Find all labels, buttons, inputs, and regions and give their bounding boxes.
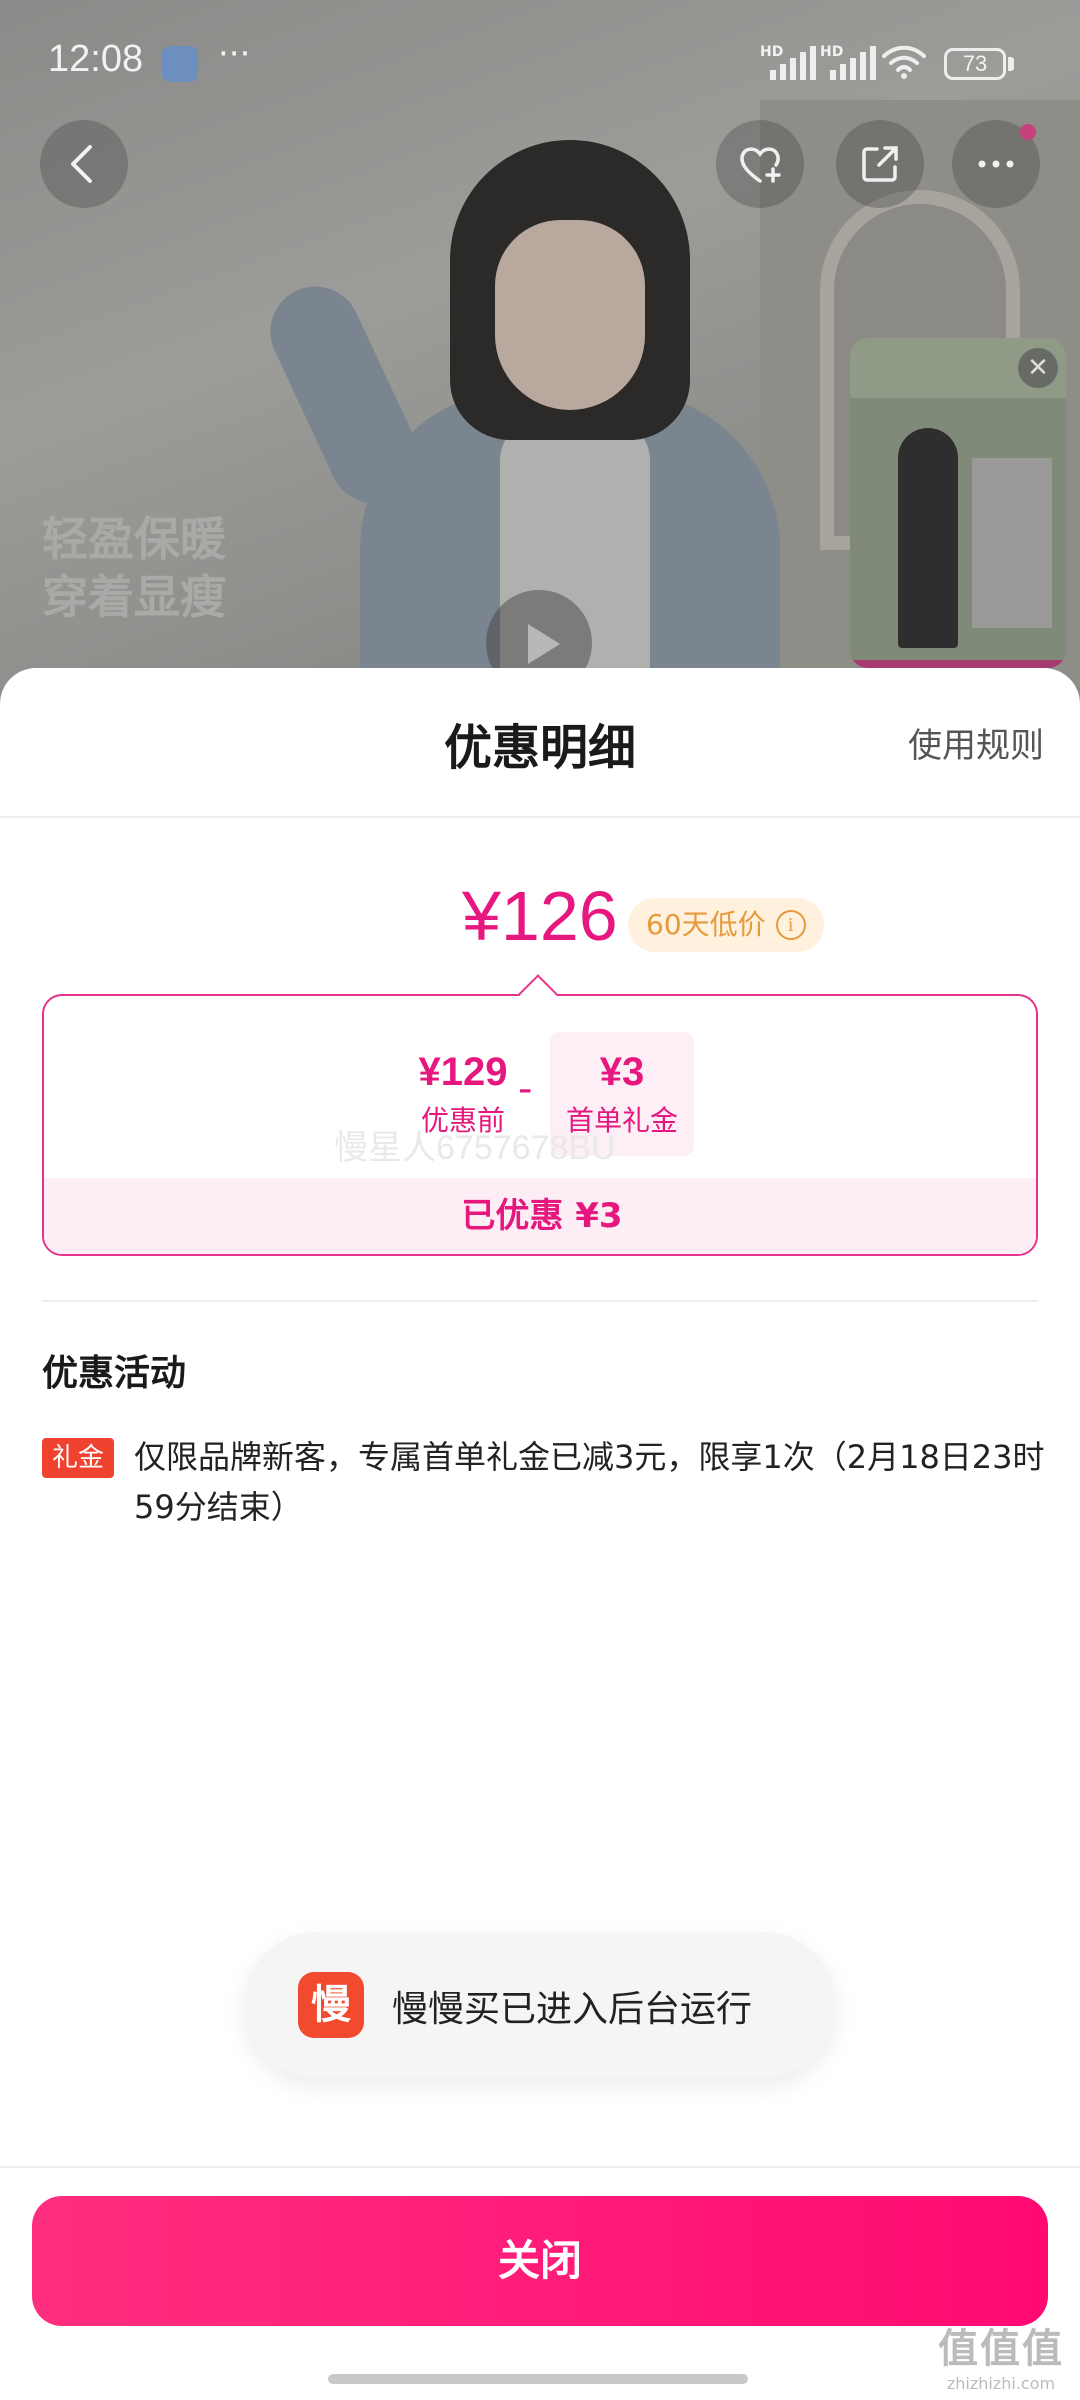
bg-arm [255, 271, 435, 519]
site-watermark-url: zhizhizhi.com [946, 2374, 1056, 2393]
activity-description: 仅限品牌新客，专属首单礼金已减3元，限享1次（2月18日23时59分结束） [134, 1438, 1045, 1526]
section-divider [42, 1300, 1038, 1302]
background-running-toast: 慢 慢慢买已进入后台运行 [244, 1932, 836, 2078]
info-icon: i [775, 910, 806, 940]
favorite-plus-icon [740, 147, 781, 183]
floating-video-thumbnail[interactable]: ✕ [850, 338, 1066, 668]
favorite-button[interactable] [716, 120, 804, 208]
video-thumb-board [972, 458, 1052, 628]
saved-amount: 已优惠 ¥3 [44, 1178, 1036, 1254]
app-notification-icon [162, 46, 198, 82]
site-watermark: 值值值 zhizhizhi.com [938, 2316, 1064, 2393]
status-time: 12:08 [48, 38, 144, 80]
low-price-badge[interactable]: 60天低价 i [628, 898, 824, 952]
price-calculation-box: ¥129 优惠前 - ¥3 首单礼金 慢星人6757678BU 已优惠 ¥3 [42, 994, 1038, 1256]
promo-line-2: 穿着显瘦 [42, 570, 226, 624]
footer-divider [0, 2166, 1080, 2168]
notification-dot [1020, 124, 1036, 140]
low-price-badge-label: 60天低价 [646, 908, 766, 941]
more-icon [978, 160, 1014, 168]
wifi-icon [882, 45, 926, 79]
share-button[interactable] [836, 120, 924, 208]
final-price: ¥126 [462, 877, 618, 955]
signal-bars-1-icon [770, 46, 816, 80]
activity-section-title: 优惠活动 [42, 1353, 187, 1394]
video-progress [850, 660, 1066, 668]
usage-rules-link[interactable]: 使用规则 [908, 718, 1044, 767]
user-watermark: 慢星人6757678BU [334, 1129, 616, 1167]
close-icon[interactable]: ✕ [1018, 348, 1058, 388]
app-logo-icon: 慢 [298, 1972, 364, 2038]
gift-tag: 礼金 [42, 1438, 115, 1478]
more-button[interactable] [952, 120, 1040, 208]
bg-face [495, 220, 645, 410]
status-more: ··· [218, 34, 251, 74]
share-icon [862, 146, 898, 182]
back-icon [71, 145, 92, 183]
coupon-amount: ¥3 [599, 1050, 645, 1094]
minus-sign: - [518, 1066, 533, 1112]
header-divider [0, 816, 1080, 818]
discount-detail-sheet: 优惠明细 使用规则 ¥126 60天低价 i ¥129 优惠前 - ¥3 首单礼… [0, 668, 1080, 2400]
toast-message: 慢慢买已进入后台运行 [392, 1989, 753, 2030]
battery-icon [1008, 57, 1014, 71]
battery-level: 73 [944, 48, 1006, 80]
close-button[interactable]: 关闭 [32, 2196, 1048, 2326]
original-price: ¥129 [418, 1050, 508, 1094]
back-button[interactable] [40, 120, 128, 208]
play-icon [528, 624, 560, 664]
site-watermark-title: 值值值 [938, 2326, 1064, 2372]
signal-bars-2-icon [830, 46, 876, 80]
video-thumb-figure [898, 428, 958, 648]
promo-line-1: 轻盈保暖 [42, 512, 226, 566]
final-price-row: ¥126 60天低价 i [0, 876, 1080, 966]
home-indicator[interactable] [328, 2374, 748, 2384]
status-bar: 12:08 ··· HD HD 73 [0, 0, 1080, 120]
promo-text: 轻盈保暖 穿着显瘦 [42, 510, 226, 626]
